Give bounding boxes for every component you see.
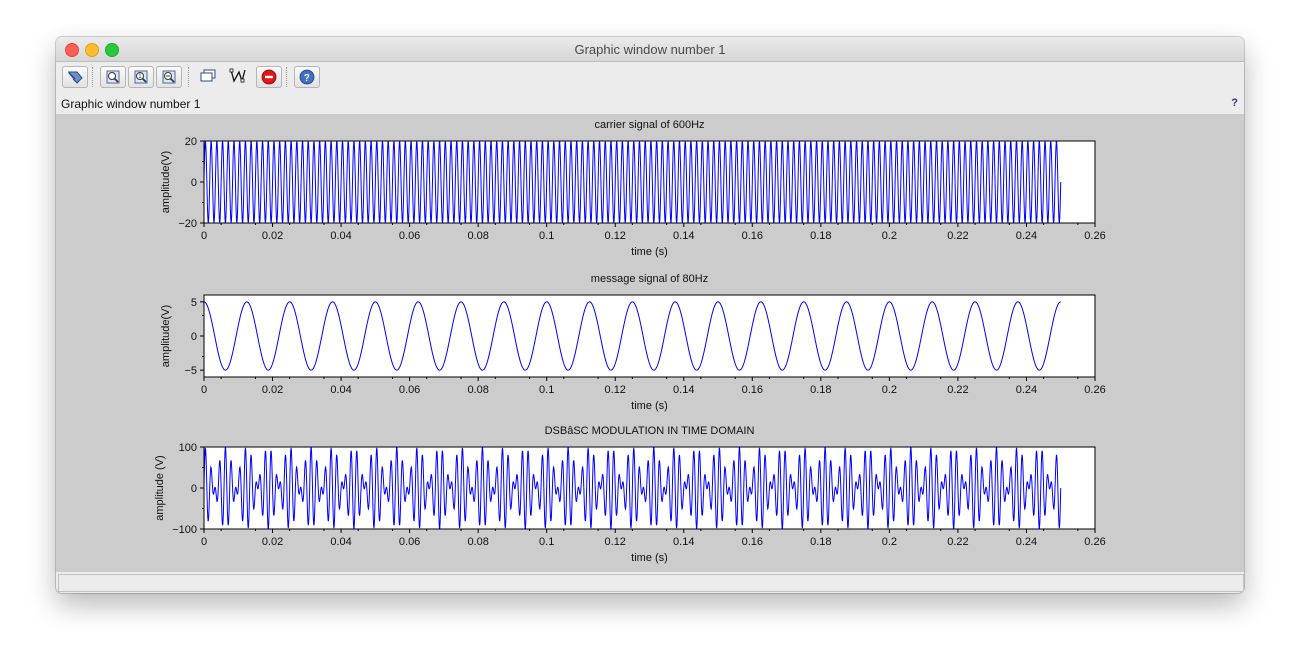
- svg-text:?: ?: [304, 73, 310, 84]
- x-tick-label: 0: [201, 536, 207, 548]
- datatip-mode-button[interactable]: [226, 66, 250, 86]
- y-tick-label: 0: [191, 331, 197, 343]
- zoom-area-button[interactable]: [156, 66, 182, 88]
- status-bar: [58, 574, 1244, 592]
- x-tick-label: 0.08: [467, 230, 488, 242]
- rotate-icon: [68, 71, 83, 84]
- x-tick-label: 0.04: [330, 384, 351, 396]
- x-tick-label: 0.26: [1084, 384, 1105, 396]
- y-tick-label: 100: [179, 442, 197, 454]
- x-tick-label: 0.14: [673, 384, 694, 396]
- plot-canvas[interactable]: 0 0.02 0.04 0.06 0.08 0.1 0.12 0.14 0.16 0.18 0.2 0…: [56, 114, 1244, 572]
- x-tick-label: 0.22: [947, 230, 968, 242]
- zoom-in-icon: [106, 70, 120, 84]
- x-tick-label: 0: [201, 230, 207, 242]
- toolbar-separator: [92, 67, 93, 87]
- chart-title: message signal of 80Hz: [591, 273, 708, 285]
- y-tick-label: −5: [184, 365, 197, 377]
- x-axis-label: time (s): [631, 400, 668, 412]
- help-button[interactable]: ?: [294, 66, 320, 88]
- y-tick-label: 20: [185, 136, 197, 148]
- x-tick-label: 0.16: [742, 230, 763, 242]
- x-tick-label: 0.1: [539, 230, 554, 242]
- x-tick-label: 0.04: [330, 230, 351, 242]
- info-bar: Graphic window number 1 ?: [56, 93, 1244, 113]
- title-bar: Graphic window number 1: [56, 37, 1244, 62]
- zoom-in-button[interactable]: [100, 66, 126, 88]
- x-tick-label: 0.04: [330, 536, 351, 548]
- x-tick-label: 0.22: [947, 384, 968, 396]
- x-tick-label: 0.08: [467, 384, 488, 396]
- subplot-3: 0 0.02 0.04 0.06 0.08 0.1 0.12 0.14 0.16 0.18 0.2 0…: [154, 425, 1106, 564]
- x-tick-label: 0.18: [810, 536, 831, 548]
- x-tick-label: 0.1: [539, 384, 554, 396]
- x-tick-label: 0.06: [399, 384, 420, 396]
- datatip-icon: [200, 69, 216, 82]
- figure-svg: 0 0.02 0.04 0.06 0.08 0.1 0.12 0.14 0.16 0.18 0.2 0…: [154, 119, 1106, 564]
- chart-title: DSBâSC MODULATION IN TIME DOMAIN: [545, 425, 755, 437]
- x-tick-label: 0.18: [810, 384, 831, 396]
- x-tick-label: 0.06: [399, 536, 420, 548]
- x-tick-label: 0.02: [262, 536, 283, 548]
- x-tick-label: 0.16: [742, 384, 763, 396]
- x-tick-label: 0.2: [882, 230, 897, 242]
- datatip-button[interactable]: [196, 66, 220, 86]
- zoom-original-icon: 1: [134, 70, 148, 84]
- y-axis-label: amplitude(V): [160, 151, 172, 213]
- y-axis-label: amplitude (V): [154, 455, 166, 520]
- datatip-mode-icon: [229, 68, 246, 84]
- rotate-button[interactable]: [62, 66, 88, 88]
- y-tick-label: 0: [191, 177, 197, 189]
- x-tick-label: 0.12: [605, 536, 626, 548]
- x-axis-label: time (s): [631, 246, 668, 258]
- x-tick-label: 0.02: [262, 230, 283, 242]
- zoom-original-button[interactable]: 1: [128, 66, 154, 88]
- help-icon: ?: [299, 69, 315, 85]
- graphic-window: Graphic window number 1 1 ? Graphic wind…: [56, 37, 1244, 593]
- subplot-1: 0 0.02 0.04 0.06 0.08 0.1 0.12 0.14 0.16 0.18 0.2 0…: [160, 119, 1106, 258]
- stop-icon: [261, 69, 277, 85]
- figure-name-label: Graphic window number 1: [61, 97, 201, 111]
- chart-title: carrier signal of 600Hz: [594, 119, 704, 131]
- x-tick-label: 0.12: [605, 384, 626, 396]
- x-tick-label: 0.14: [673, 536, 694, 548]
- x-tick-label: 0.26: [1084, 536, 1105, 548]
- x-tick-label: 0.02: [262, 384, 283, 396]
- x-tick-label: 0.24: [1016, 230, 1037, 242]
- y-tick-label: 5: [191, 297, 197, 309]
- x-tick-label: 0.2: [882, 536, 897, 548]
- window-title: Graphic window number 1: [574, 42, 726, 57]
- y-axis-label: amplitude(V): [160, 305, 172, 367]
- help-question-icon[interactable]: ?: [1231, 97, 1238, 109]
- y-tick-label: −100: [172, 524, 197, 536]
- zoom-area-icon: [162, 70, 176, 84]
- x-tick-label: 0.14: [673, 230, 694, 242]
- subplot-2: 0 0.02 0.04 0.06 0.08 0.1 0.12 0.14 0.16 0.18 0.2 0…: [160, 273, 1106, 412]
- toolbar-separator: [188, 67, 189, 87]
- x-tick-label: 0.24: [1016, 536, 1037, 548]
- x-tick-label: 0.1: [539, 536, 554, 548]
- x-tick-label: 0.24: [1016, 384, 1037, 396]
- toolbar: 1 ?: [56, 62, 1244, 92]
- x-tick-label: 0.26: [1084, 230, 1105, 242]
- y-tick-label: −20: [178, 218, 197, 230]
- x-tick-label: 0.06: [399, 230, 420, 242]
- x-tick-label: 0.2: [882, 384, 897, 396]
- x-tick-label: 0.12: [605, 230, 626, 242]
- x-tick-label: 0.18: [810, 230, 831, 242]
- x-tick-label: 0.08: [467, 536, 488, 548]
- x-tick-label: 0.16: [742, 536, 763, 548]
- stop-button[interactable]: [256, 66, 282, 88]
- x-axis-label: time (s): [631, 552, 668, 564]
- x-tick-label: 0.22: [947, 536, 968, 548]
- x-tick-label: 0: [201, 384, 207, 396]
- y-tick-label: 0: [191, 483, 197, 495]
- toolbar-separator: [286, 67, 287, 87]
